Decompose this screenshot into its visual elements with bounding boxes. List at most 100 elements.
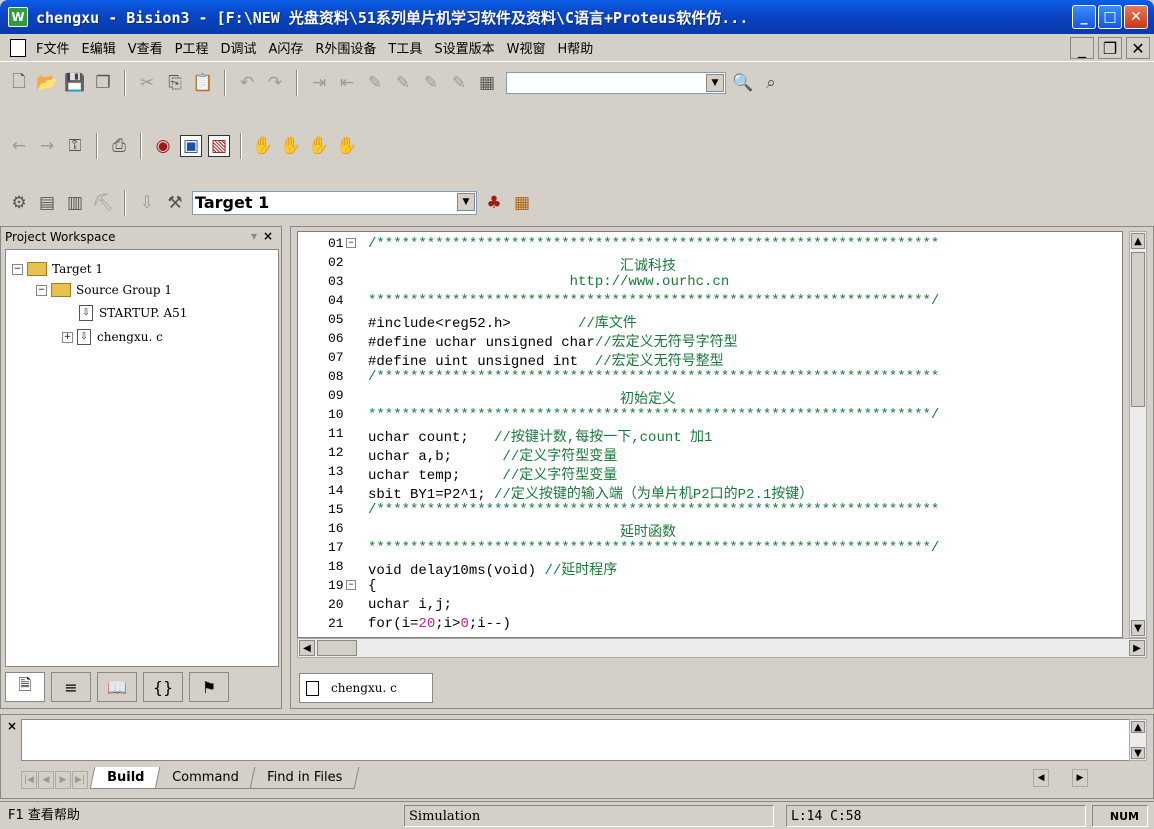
code-line[interactable]: 13 uchar temp; //定义字符型变量 <box>298 464 1122 484</box>
code-line[interactable]: 15 /*************************************… <box>298 502 1122 519</box>
code-line[interactable]: 17 **************************************… <box>298 540 1122 557</box>
files-tab-icon[interactable]: 🗎 <box>5 672 45 702</box>
outdent-icon[interactable]: ⇤ <box>336 72 358 94</box>
forward-arrow-icon[interactable]: → <box>36 135 58 157</box>
find-in-files-icon[interactable]: ▦ <box>476 72 498 94</box>
collapse-icon[interactable]: − <box>12 263 23 275</box>
incremental-find-icon[interactable]: ⌕ <box>760 72 782 94</box>
code-line[interactable]: 08 /*************************************… <box>298 369 1122 386</box>
books-tab-icon[interactable]: 📖 <box>97 672 137 702</box>
code-editor[interactable]: 01−/************************************… <box>297 231 1123 638</box>
disable-breakpoint-icon[interactable]: ✋ <box>308 135 330 157</box>
output-pane[interactable] <box>21 719 1131 761</box>
fold-icon[interactable]: − <box>346 238 356 248</box>
editor-horizontal-scrollbar[interactable]: ◀ ▶ <box>297 638 1147 658</box>
rebuild-all-icon[interactable]: ▥ <box>64 192 86 214</box>
build-target-icon[interactable]: ▤ <box>36 192 58 214</box>
editor-file-tab[interactable]: chengxu. c <box>299 673 433 703</box>
document-icon[interactable] <box>10 38 26 57</box>
code-line[interactable]: 10 **************************************… <box>298 407 1122 424</box>
menu-edit[interactable]: E编辑 <box>75 38 121 57</box>
menu-view[interactable]: V查看 <box>122 38 169 57</box>
insert-breakpoint-icon[interactable]: ✋ <box>252 135 274 157</box>
last-tab-icon[interactable]: ▶| <box>72 771 88 789</box>
scroll-left-icon[interactable]: ◀ <box>1033 769 1049 787</box>
tree-node-target[interactable]: − Target 1 <box>12 262 103 276</box>
find-icon[interactable]: 🔍 <box>732 72 754 94</box>
code-line[interactable]: 02 汇诚科技 <box>298 255 1122 275</box>
code-line[interactable]: 20 uchar i,j; <box>298 597 1122 614</box>
code-line[interactable]: 09 初始定义 <box>298 388 1122 408</box>
debug-session-icon[interactable]: ◉ <box>152 135 174 157</box>
code-line[interactable]: 19−{ <box>298 578 1122 595</box>
menu-flash[interactable]: A闪存 <box>262 38 309 57</box>
fold-icon[interactable]: − <box>346 580 356 590</box>
redo-icon[interactable]: ↷ <box>264 72 286 94</box>
prev-tab-icon[interactable]: ◀ <box>38 771 54 789</box>
code-line[interactable]: 05 #include<reg52.h> //库文件 <box>298 312 1122 332</box>
code-line[interactable]: 16 延时函数 <box>298 521 1122 541</box>
menu-help[interactable]: H帮助 <box>552 38 600 57</box>
code-line[interactable]: 18 void delay10ms(void) //延时程序 <box>298 559 1122 579</box>
title-bar[interactable]: W chengxu - Вision3 - [F:\NEW 光盘资料\51系列单… <box>0 0 1154 34</box>
menu-tools[interactable]: T工具 <box>382 38 428 57</box>
editor-vertical-scrollbar[interactable]: ▲ ▼ <box>1129 231 1147 638</box>
scroll-left-icon[interactable]: ◀ <box>299 640 315 656</box>
output-horizontal-scrollbar[interactable]: ◀ ▶ <box>1033 769 1133 789</box>
code-line[interactable]: 06 #define uchar unsigned char//宏定义无符号字符型 <box>298 331 1122 351</box>
code-line[interactable]: 21 for(i=20;i>0;i--) <box>298 616 1122 633</box>
menu-debug[interactable]: D调试 <box>214 38 262 57</box>
chevron-down-icon[interactable]: ▼ <box>706 74 724 92</box>
manage-books-icon[interactable]: ▦ <box>511 192 533 214</box>
project-tree[interactable]: − Target 1 − Source Group 1 ⇩ STARTUP. A… <box>5 249 279 667</box>
code-line[interactable]: 14 sbit BY1=P2^1; //定义按键的输入端（为单片机P2口的P2.1… <box>298 483 1122 503</box>
workspace-close-button[interactable]: × <box>263 229 273 243</box>
code-line[interactable]: 07 #define uint unsigned int //宏定义无符号整型 <box>298 350 1122 370</box>
workspace-toggle-icon[interactable]: ▣ <box>180 135 202 157</box>
scroll-thumb[interactable] <box>1131 252 1145 407</box>
regs-tab-icon[interactable]: ≡ <box>51 672 91 702</box>
find-combo[interactable]: ▼ <box>506 72 726 94</box>
output-close-button[interactable]: × <box>7 719 17 733</box>
scroll-up-icon[interactable]: ▲ <box>1131 233 1145 249</box>
open-folder-icon[interactable]: 📂 <box>36 72 58 94</box>
stop-build-icon[interactable]: ⛏ <box>92 192 114 214</box>
output-vertical-scrollbar[interactable]: ▲ ▼ <box>1129 719 1147 761</box>
scroll-down-icon[interactable]: ▼ <box>1131 747 1145 759</box>
bookmark-prev-icon[interactable]: ✎ <box>392 72 414 94</box>
workspace-menu-icon[interactable]: ▾ <box>251 229 257 243</box>
tab-command[interactable]: Command <box>155 767 257 789</box>
target-options-icon[interactable]: ⚒ <box>164 192 186 214</box>
collapse-icon[interactable]: − <box>36 284 47 296</box>
minimize-button[interactable]: _ <box>1072 5 1096 29</box>
save-all-icon[interactable]: ❐ <box>92 72 114 94</box>
uvision-app-icon[interactable]: W <box>8 7 28 27</box>
disable-all-breakpoints-icon[interactable]: ✋ <box>336 135 358 157</box>
scroll-right-icon[interactable]: ▶ <box>1129 640 1145 656</box>
expand-icon[interactable]: + <box>62 331 73 343</box>
menu-svcs[interactable]: S设置版本 <box>428 38 500 57</box>
menu-file[interactable]: F文件 <box>30 38 75 57</box>
scroll-up-icon[interactable]: ▲ <box>1131 721 1145 733</box>
code-line[interactable]: 12 uchar a,b; //定义字符型变量 <box>298 445 1122 465</box>
next-tab-icon[interactable]: ▶ <box>55 771 71 789</box>
scroll-down-icon[interactable]: ▼ <box>1131 620 1145 636</box>
scroll-right-icon[interactable]: ▶ <box>1072 769 1088 787</box>
back-arrow-icon[interactable]: ← <box>8 135 30 157</box>
tree-node-chengxu[interactable]: + ⇩ chengxu. c <box>62 329 163 345</box>
undo-icon[interactable]: ↶ <box>236 72 258 94</box>
bookmark-next-icon[interactable]: ✎ <box>420 72 442 94</box>
chevron-down-icon[interactable]: ▼ <box>457 193 475 211</box>
mdi-restore-button[interactable]: ❐ <box>1098 37 1122 59</box>
bookmark-clear-icon[interactable]: ✎ <box>448 72 470 94</box>
indent-icon[interactable]: ⇥ <box>308 72 330 94</box>
kill-breakpoints-icon[interactable]: ✋ <box>280 135 302 157</box>
menu-window[interactable]: W视窗 <box>501 38 552 57</box>
mdi-close-button[interactable]: ✕ <box>1126 37 1150 59</box>
code-line[interactable]: 11 uchar count; //按键计数,每按一下,count 加1 <box>298 426 1122 446</box>
cut-icon[interactable]: ✂ <box>136 72 158 94</box>
save-icon[interactable]: 💾 <box>64 72 86 94</box>
code-line[interactable]: 01−/************************************… <box>298 236 1122 253</box>
copy-icon[interactable]: ⎘ <box>164 72 186 94</box>
code-line[interactable]: 03 http://www.ourhc.cn <box>298 274 1122 291</box>
